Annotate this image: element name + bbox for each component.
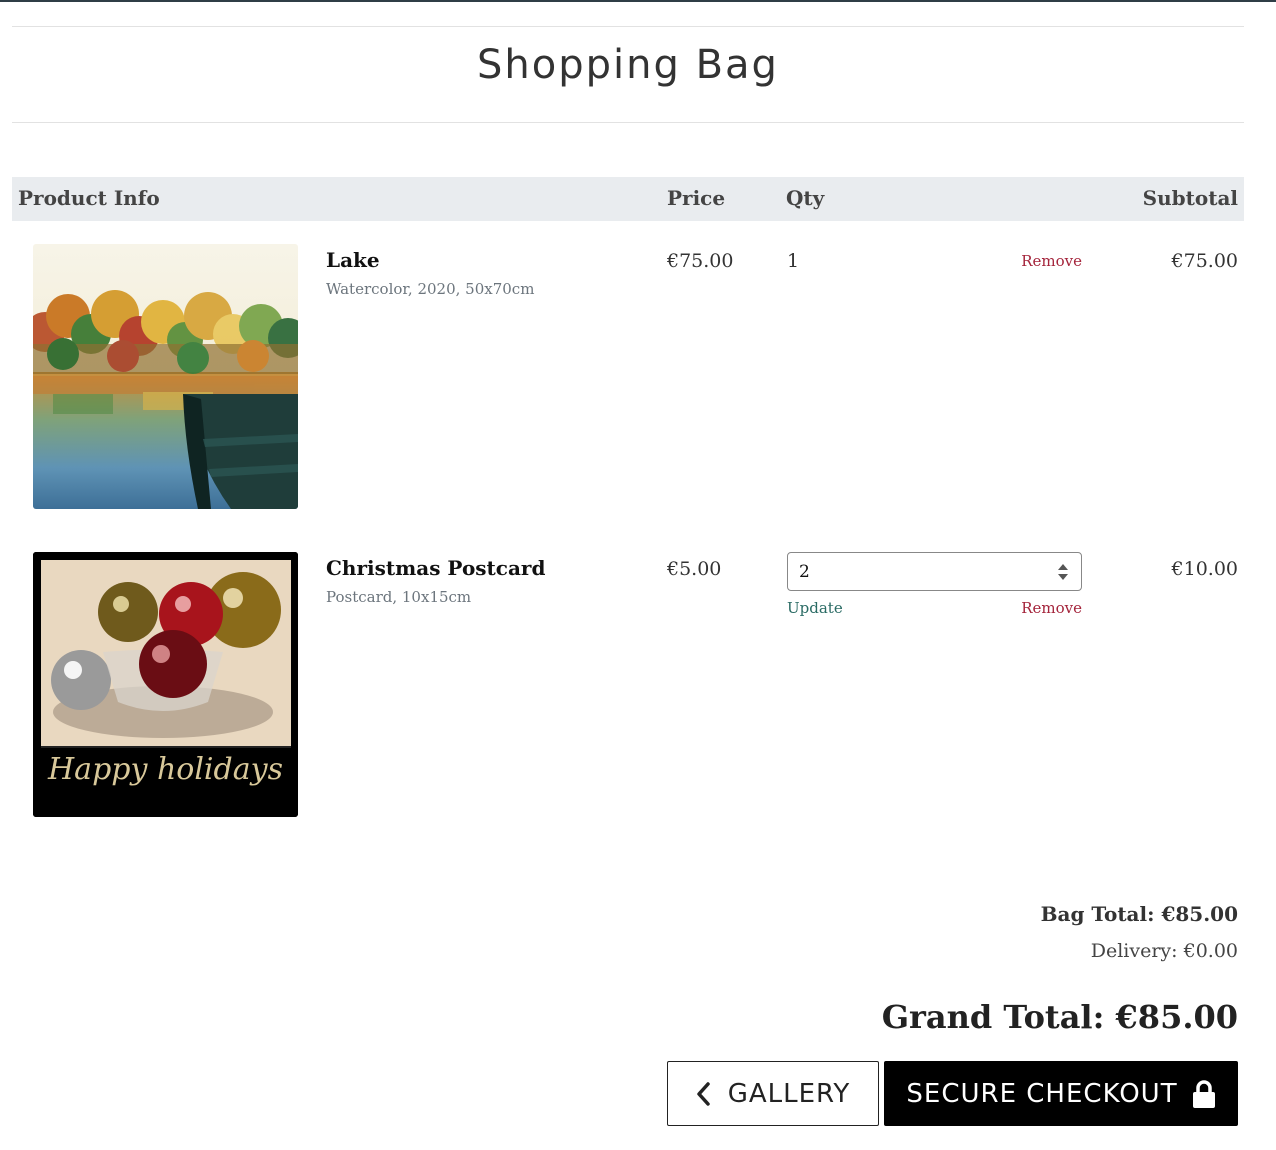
quantity-stepper[interactable] [787, 552, 1082, 591]
quantity-spinner-icon[interactable] [1056, 561, 1070, 583]
product-name: Lake [326, 248, 380, 272]
quantity-input[interactable] [788, 553, 1048, 590]
lock-icon [1192, 1079, 1216, 1108]
page-title: Shopping Bag [477, 42, 779, 88]
update-link[interactable]: Update [787, 599, 843, 617]
product-subtotal: €75.00 [1171, 250, 1238, 272]
product-image-lake[interactable] [33, 244, 298, 509]
divider-bottom [12, 122, 1244, 123]
product-qty: 1 [787, 250, 800, 272]
grand-total: Grand Total: €85.00 [881, 998, 1238, 1036]
top-border [0, 0, 1276, 2]
header-subtotal: Subtotal [1142, 186, 1238, 210]
remove-link[interactable]: Remove [1021, 252, 1082, 270]
product-image-christmas-postcard[interactable]: Happy holidays [33, 552, 298, 817]
gallery-button[interactable]: GALLERY [667, 1061, 879, 1126]
header-price: Price [667, 186, 726, 210]
header-qty: Qty [786, 186, 825, 210]
product-name: Christmas Postcard [326, 556, 546, 580]
product-price: €5.00 [667, 558, 722, 580]
gallery-button-label: GALLERY [727, 1078, 851, 1109]
product-price: €75.00 [667, 250, 734, 272]
bag-total: Bag Total: €85.00 [1040, 902, 1238, 926]
product-details: Watercolor, 2020, 50x70cm [326, 280, 535, 298]
delivery-cost: Delivery: €0.00 [1090, 940, 1238, 962]
secure-checkout-button[interactable]: SECURE CHECKOUT [884, 1061, 1238, 1126]
divider-top [12, 26, 1244, 27]
product-details: Postcard, 10x15cm [326, 588, 472, 606]
table-header: Product Info Price Qty Subtotal [12, 177, 1244, 221]
remove-link[interactable]: Remove [1021, 599, 1082, 617]
product-subtotal: €10.00 [1171, 558, 1238, 580]
header-product-info: Product Info [18, 186, 160, 210]
chevron-left-icon [696, 1081, 710, 1106]
postcard-caption: Happy holidays [48, 752, 283, 787]
checkout-button-label: SECURE CHECKOUT [906, 1078, 1178, 1109]
